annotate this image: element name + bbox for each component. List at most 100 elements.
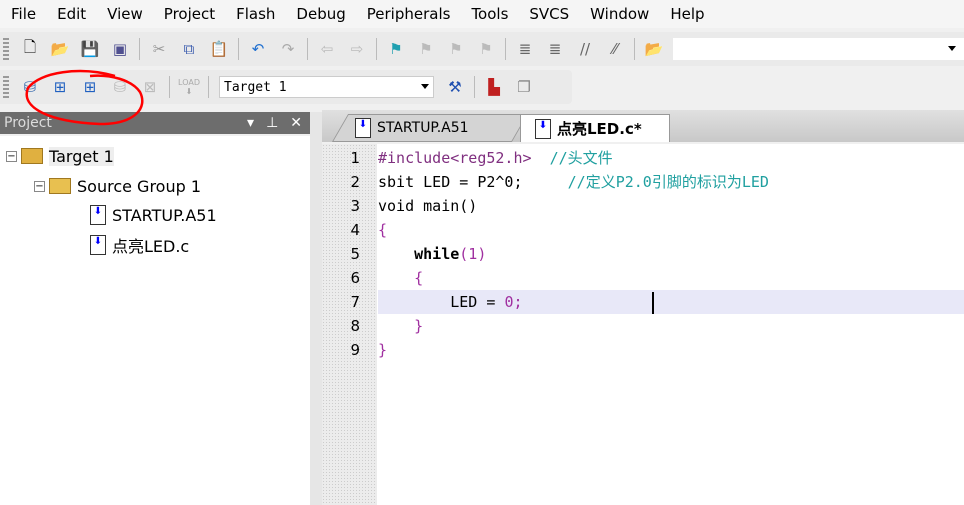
code-line: } xyxy=(378,317,424,335)
code-line: void main() xyxy=(378,197,478,215)
select-packs-icon[interactable]: ❐ xyxy=(513,76,535,98)
target-select[interactable]: Target 1 xyxy=(219,76,434,98)
code-editor[interactable]: 1 2 3 4 5 6 7 8 9 #include<reg52.h> //头文件 sbit L… xyxy=(322,144,964,505)
line-number: 3 xyxy=(350,197,360,215)
divider xyxy=(376,38,377,60)
uncomment-icon[interactable]: ⁄⁄ xyxy=(604,38,626,60)
tree-item-file[interactable]: ⬇ 点亮LED.c xyxy=(90,233,189,257)
code-line: { xyxy=(378,269,424,287)
code-line: { xyxy=(378,221,388,239)
divider xyxy=(307,38,308,60)
menu-debug[interactable]: Debug xyxy=(285,5,355,23)
collapse-icon[interactable]: − xyxy=(6,150,17,162)
target-folder-icon xyxy=(21,148,43,164)
menu-help[interactable]: Help xyxy=(659,5,714,23)
menu-view[interactable]: View xyxy=(96,5,153,23)
project-panel-header: Project ▾ ⊥ ✕ xyxy=(0,112,310,134)
tab-startup[interactable]: ⬇ STARTUP.A51 xyxy=(331,114,529,142)
menu-bar: File Edit View Project Flash Debug Peripherals… xyxy=(0,0,964,28)
redo-icon[interactable]: ↷ xyxy=(277,38,299,60)
copy-icon[interactable]: ⧉ xyxy=(178,38,200,60)
tree-label: Target 1 xyxy=(49,146,114,166)
file-toolbar: 🗋 📂 💾 ▣ ✂ ⧉ 📋 ↶ ↷ ⇦ ⇨ ⚑ ⚑ ⚑ ⚑ ≣ ≣ // ⁄⁄ … xyxy=(0,32,964,66)
unindent-icon[interactable]: ≣ xyxy=(544,38,566,60)
divider xyxy=(139,38,140,60)
file-icon: ⬇ xyxy=(535,118,551,139)
dropdown-icon[interactable]: ▾ xyxy=(247,115,254,131)
line-number: 6 xyxy=(350,269,360,287)
line-number: 9 xyxy=(350,341,360,359)
project-tree: − Target 1 − Source Group 1 ⬇ STARTUP.A51 ⬇… xyxy=(0,136,310,505)
save-icon[interactable]: 💾 xyxy=(79,38,101,60)
build-icon[interactable]: ⊞ xyxy=(49,76,71,98)
line-number: 4 xyxy=(350,221,360,239)
collapse-icon[interactable]: − xyxy=(34,180,45,192)
menu-svcs[interactable]: SVCS xyxy=(518,5,579,23)
code-line: while(1) xyxy=(378,245,487,263)
panel-splitter[interactable] xyxy=(310,112,322,505)
next-bookmark-icon[interactable]: ⚑ xyxy=(445,38,467,60)
paste-icon[interactable]: 📋 xyxy=(208,38,230,60)
toolbar-grip[interactable] xyxy=(3,76,9,98)
menu-flash[interactable]: Flash xyxy=(225,5,285,23)
menu-edit[interactable]: Edit xyxy=(46,5,96,23)
rebuild-icon[interactable]: ⊞ xyxy=(79,76,101,98)
chevron-down-icon[interactable] xyxy=(948,46,956,55)
menu-peripherals[interactable]: Peripherals xyxy=(356,5,461,23)
line-number: 7 xyxy=(350,293,360,311)
prev-bookmark-icon[interactable]: ⚑ xyxy=(415,38,437,60)
menu-window[interactable]: Window xyxy=(579,5,659,23)
open-folder-icon[interactable]: 📂 xyxy=(49,38,71,60)
menu-project[interactable]: Project xyxy=(153,5,225,23)
divider xyxy=(505,38,506,60)
folder-icon xyxy=(49,178,71,194)
file-icon: ⬇ xyxy=(355,118,371,138)
new-file-icon[interactable]: 🗋 xyxy=(19,38,41,60)
code-line: #include<reg52.h> //头文件 xyxy=(378,149,613,167)
tree-item-group[interactable]: − Source Group 1 xyxy=(34,174,201,198)
divider xyxy=(634,38,635,60)
divider xyxy=(208,76,209,98)
clear-bookmarks-icon[interactable]: ⚑ xyxy=(475,38,497,60)
line-number: 2 xyxy=(350,173,360,191)
menu-file[interactable]: File xyxy=(0,5,46,23)
menu-tools[interactable]: Tools xyxy=(460,5,518,23)
code-line: } xyxy=(378,341,388,359)
close-icon[interactable]: ✕ xyxy=(290,115,302,131)
target-value: Target 1 xyxy=(224,79,287,95)
line-number-gutter: 1 2 3 4 5 6 7 8 9 xyxy=(322,144,377,505)
find-combo[interactable] xyxy=(673,38,964,60)
line-number: 8 xyxy=(350,317,360,335)
code-line-current: LED = 0; xyxy=(378,290,964,314)
tree-item-target[interactable]: − Target 1 xyxy=(6,144,114,168)
cut-icon[interactable]: ✂ xyxy=(148,38,170,60)
pin-icon[interactable]: ⊥ xyxy=(266,115,278,131)
file-icon: ⬇ xyxy=(90,235,106,255)
translate-icon[interactable]: ⛁ xyxy=(19,76,41,98)
toolbar-grip[interactable] xyxy=(3,38,9,60)
tab-label: STARTUP.A51 xyxy=(377,120,469,136)
line-number: 1 xyxy=(350,149,360,167)
bookmark-icon[interactable]: ⚑ xyxy=(385,38,407,60)
indent-icon[interactable]: ≣ xyxy=(514,38,536,60)
batch-build-icon[interactable]: ⛁ xyxy=(109,76,131,98)
tab-led-c[interactable]: ⬇ 点亮LED.c* xyxy=(520,114,670,142)
stop-build-icon[interactable]: ⊠ xyxy=(139,76,161,98)
line-number: 5 xyxy=(350,245,360,263)
nav-back-icon[interactable]: ⇦ xyxy=(316,38,338,60)
project-panel-title: Project xyxy=(4,115,52,131)
undo-icon[interactable]: ↶ xyxy=(247,38,269,60)
options-for-target-icon[interactable]: ⚒ xyxy=(444,76,466,98)
tab-label: 点亮LED.c* xyxy=(557,120,642,138)
tree-item-file[interactable]: ⬇ STARTUP.A51 xyxy=(90,203,217,227)
save-all-icon[interactable]: ▣ xyxy=(109,38,131,60)
nav-forward-icon[interactable]: ⇨ xyxy=(346,38,368,60)
text-caret xyxy=(652,292,654,314)
load-download-icon[interactable]: LOAD ⬇ xyxy=(178,76,200,98)
comment-icon[interactable]: // xyxy=(574,38,596,60)
find-in-files-icon[interactable]: 📂 xyxy=(643,38,665,60)
manage-components-icon[interactable]: ▙ xyxy=(483,76,505,98)
tree-label: 点亮LED.c xyxy=(112,237,190,256)
divider xyxy=(169,76,170,98)
chevron-down-icon[interactable] xyxy=(421,84,429,93)
